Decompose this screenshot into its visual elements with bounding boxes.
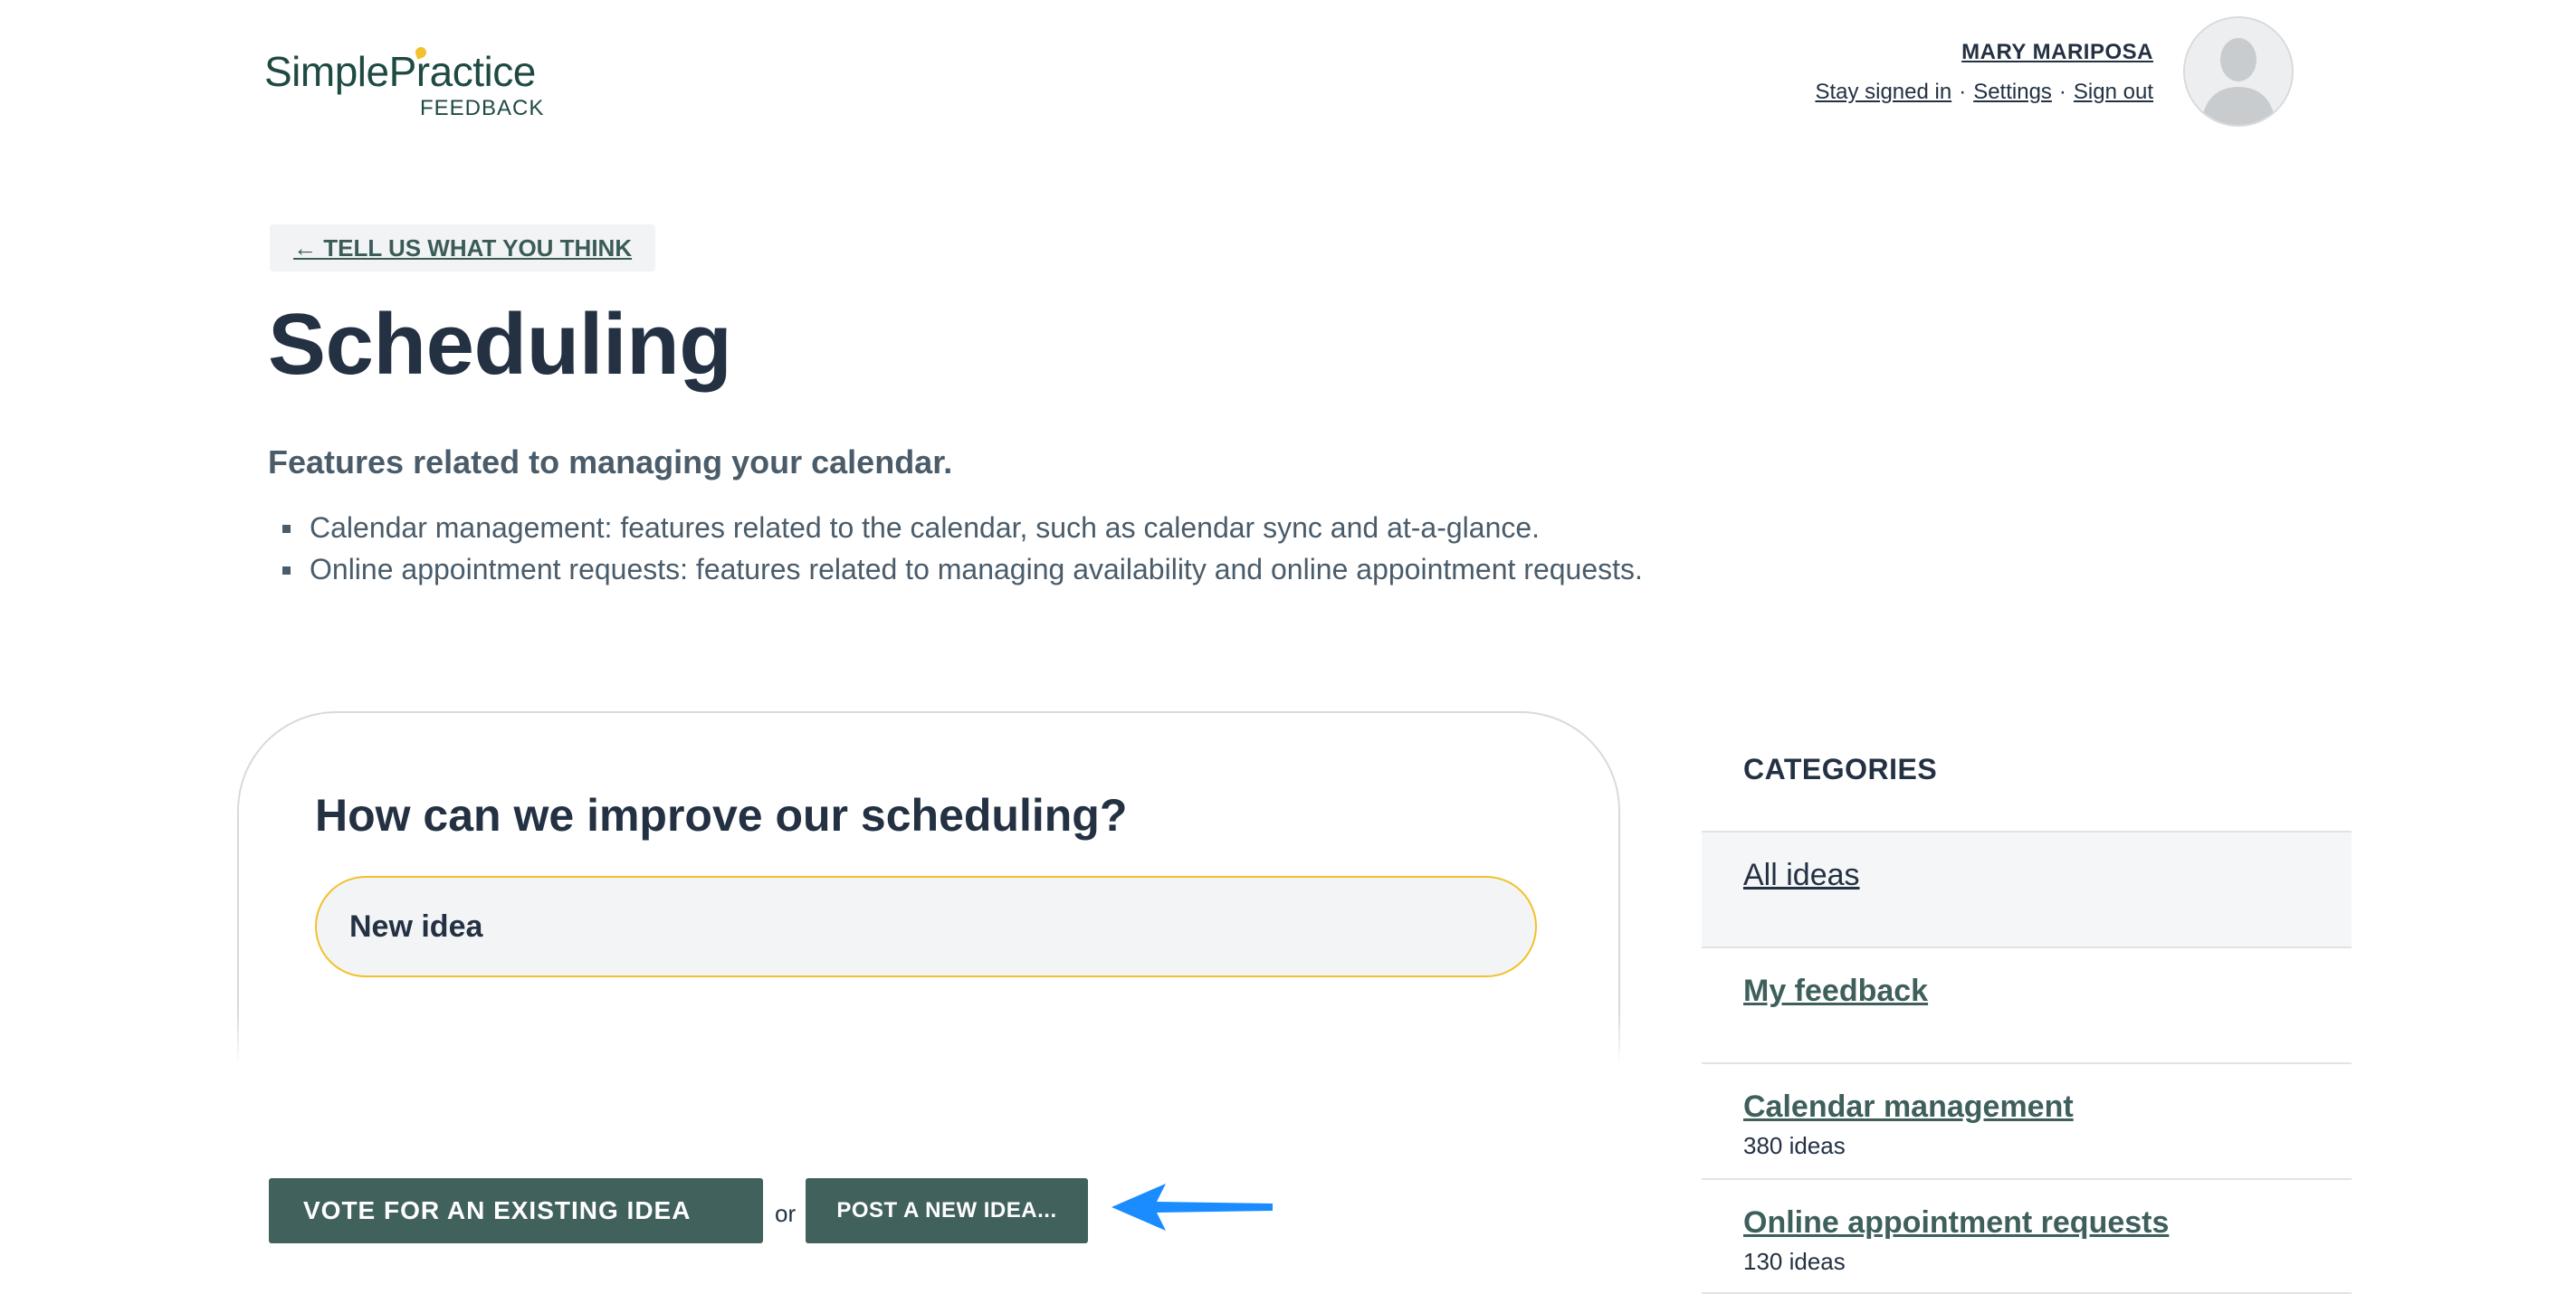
user-name-link[interactable]: MARY MARIPOSA [1961,40,2153,65]
settings-link[interactable]: Settings [1973,80,2052,104]
back-button-label: ← TELL US WHAT YOU THINK [293,233,633,262]
description-list: Calendar management: features related to… [281,507,1643,590]
page-subtitle: Features related to managing your calend… [268,443,953,480]
list-item: Calendar management: features related to… [281,507,1643,548]
sign-out-link[interactable]: Sign out [2074,80,2153,104]
vote-existing-idea-button[interactable]: VOTE FOR AN EXISTING IDEA [269,1178,763,1243]
post-new-idea-button[interactable]: POST A NEW IDEA... [806,1178,1088,1243]
card-fade [237,1013,1622,1077]
category-link[interactable]: All ideas [1743,858,1860,893]
avatar[interactable] [2183,16,2294,127]
separator: · [2058,80,2066,104]
idea-question: How can we improve our scheduling? [315,790,1128,841]
new-idea-input[interactable] [315,876,1537,977]
page-title: Scheduling [268,296,732,393]
category-link[interactable]: Calendar management [1743,1089,2074,1125]
logo[interactable]: SimplePractice FEEDBACK [264,43,554,134]
separator: · [1959,80,1967,104]
stay-signed-in-link[interactable]: Stay signed in [1815,80,1951,104]
category-link[interactable]: Online appointment requests [1743,1205,2169,1241]
or-label: or [775,1200,797,1227]
category-all-ideas[interactable]: All ideas [1702,831,2352,947]
category-count: 130 ideas [1743,1248,1846,1275]
list-item: Online appointment requests: features re… [281,548,1643,590]
categories-list: All ideas My feedback Calendar managemen… [1702,831,2352,1294]
user-links: Stay signed in · Settings · Sign out [1815,80,2153,105]
user-silhouette-icon [2185,18,2292,125]
category-online-appointment-requests[interactable]: Online appointment requests 130 ideas [1702,1178,2352,1294]
categories-heading: CATEGORIES [1743,753,1938,785]
logo-text: SimplePractice [264,48,536,95]
category-my-feedback[interactable]: My feedback [1702,947,2352,1062]
category-count: 380 ideas [1743,1132,1846,1159]
logo-subtitle: FEEDBACK [420,96,545,120]
back-button[interactable]: ← TELL US WHAT YOU THINK [270,224,656,271]
arrow-left-icon [1111,1184,1273,1231]
category-link[interactable]: My feedback [1743,974,1928,1009]
category-calendar-management[interactable]: Calendar management 380 ideas [1702,1062,2352,1178]
